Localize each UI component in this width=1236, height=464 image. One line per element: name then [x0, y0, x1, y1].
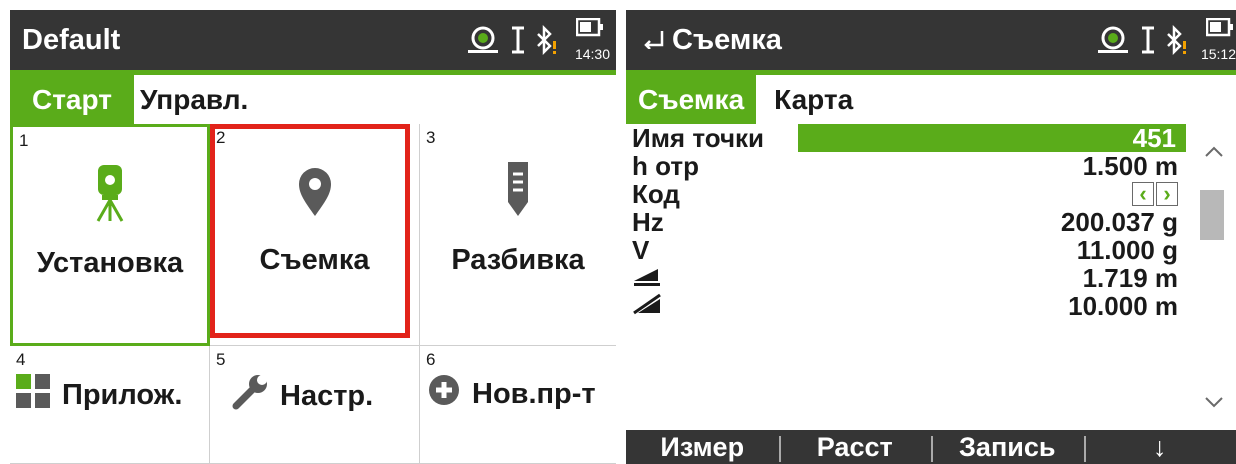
- back-icon[interactable]: [642, 24, 664, 57]
- scrollbar[interactable]: [1194, 132, 1234, 422]
- field-value: 1.719 m: [1082, 262, 1178, 293]
- battery-icon: [576, 18, 603, 37]
- instrument-level-icon: [466, 25, 500, 55]
- tile-label: Нов.пр-т: [472, 377, 596, 410]
- survey-screen: Съемка 15:12 Съемка Карта Имя точки 451: [626, 10, 1236, 464]
- title-bar: Съемка 15:12: [626, 10, 1236, 70]
- horizontal-distance-field: 1.719 m: [626, 262, 1186, 294]
- tile-label: Разбивка: [451, 244, 585, 276]
- tile-setup[interactable]: 1 Установка: [10, 124, 210, 346]
- field-value[interactable]: 451: [798, 123, 1186, 153]
- v-field: V 11.000 g: [626, 234, 1186, 265]
- field-value[interactable]: 1.500 m: [1083, 151, 1178, 182]
- field-label: Код: [632, 178, 680, 209]
- tab-bar: Старт Управл.: [10, 75, 616, 124]
- battery-clock: 15:12: [1200, 12, 1236, 68]
- code-field[interactable]: Код ‹ ›: [626, 178, 1186, 209]
- stakeout-pole-icon: [420, 160, 616, 218]
- slope-distance-icon: [632, 291, 662, 322]
- point-id-field[interactable]: Имя точки 451: [626, 123, 1186, 153]
- softkey-bar: Измер Расст Запись ↓: [626, 430, 1236, 464]
- tile-label: Прилож.: [62, 378, 183, 411]
- tab-map[interactable]: Карта: [756, 75, 871, 124]
- code-selector[interactable]: ‹ ›: [1132, 182, 1178, 206]
- chevron-right-icon[interactable]: ›: [1156, 182, 1178, 206]
- status-icons: 15:12: [1096, 10, 1236, 70]
- field-value: 200.037 g: [1060, 206, 1178, 237]
- field-label: V: [632, 234, 650, 265]
- tab-bar: Съемка Карта: [626, 75, 1236, 124]
- record-button[interactable]: Запись: [931, 432, 1084, 463]
- plus-circle-icon: [428, 374, 460, 414]
- slope-distance-field: 10.000 m: [626, 290, 1186, 322]
- battery-icon: [1206, 18, 1233, 37]
- job-title: Default: [22, 23, 121, 56]
- tab-manage[interactable]: Управл.: [134, 75, 254, 124]
- measure-button[interactable]: Измер: [626, 432, 779, 463]
- highlight-box: [210, 124, 410, 338]
- measurement-fields: Имя точки 451 h отр 1.500 m Код ‹ › Hz 2…: [626, 123, 1186, 322]
- field-value: 11.000 g: [1076, 234, 1178, 265]
- chevron-left-icon[interactable]: ‹: [1132, 182, 1154, 206]
- field-value: 10.000 m: [1068, 290, 1178, 321]
- field-label: Hz: [632, 206, 664, 237]
- tile-number: 5: [216, 350, 226, 369]
- instrument-level-icon: [1096, 25, 1130, 55]
- target-height-field[interactable]: h отр 1.500 m: [626, 150, 1186, 182]
- more-down-button[interactable]: ↓: [1083, 432, 1236, 463]
- field-label: h отр: [632, 150, 699, 181]
- screen-title: Съемка: [672, 23, 782, 56]
- cursor-i-icon: [510, 25, 526, 55]
- title-bar: Default 14:30: [10, 10, 616, 70]
- tile-settings[interactable]: 5 Настр.: [210, 346, 420, 464]
- cursor-i-icon: [1140, 25, 1156, 55]
- tab-start[interactable]: Старт: [10, 75, 134, 124]
- wrench-icon: [232, 374, 268, 418]
- clock: 14:30: [574, 46, 610, 62]
- tile-number: 1: [19, 131, 29, 150]
- scrollbar-thumb[interactable]: [1200, 190, 1224, 240]
- tile-number: 4: [16, 350, 26, 369]
- tile-label: Установка: [36, 247, 184, 279]
- total-station-icon: [13, 163, 207, 223]
- apps-grid-icon: [16, 374, 50, 416]
- distance-button[interactable]: Расст: [778, 432, 932, 463]
- field-label: Имя точки: [626, 123, 798, 153]
- tile-label: Настр.: [280, 379, 374, 412]
- battery-clock: 14:30: [570, 12, 610, 68]
- hz-field: Hz 200.037 g: [626, 206, 1186, 237]
- horizontal-distance-icon: [632, 263, 662, 294]
- tile-new-job[interactable]: 6 Нов.пр-т: [420, 346, 616, 464]
- bluetooth-warning-icon: [536, 25, 560, 55]
- tile-apps[interactable]: 4 Прилож.: [10, 346, 210, 464]
- tab-survey[interactable]: Съемка: [626, 75, 757, 124]
- clock: 15:12: [1200, 46, 1236, 62]
- tile-stakeout[interactable]: 3 Разбивка: [420, 124, 616, 346]
- tile-number: 3: [426, 128, 436, 147]
- chevron-down-icon[interactable]: [1194, 382, 1234, 422]
- tile-number: 6: [426, 350, 436, 369]
- status-icons: 14:30: [466, 10, 610, 70]
- chevron-up-icon[interactable]: [1194, 132, 1234, 172]
- bluetooth-warning-icon: [1166, 25, 1190, 55]
